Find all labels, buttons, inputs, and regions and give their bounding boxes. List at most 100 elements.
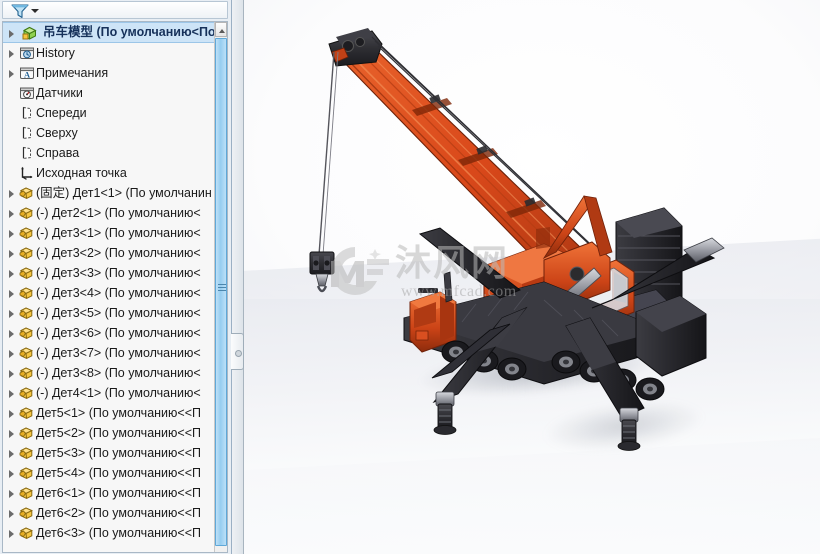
graphics-viewport[interactable]: 沐风网 www.mfcad.com: [244, 0, 820, 554]
expand-arrow-icon[interactable]: [5, 63, 19, 83]
mobile-crane-3d-model[interactable]: [244, 0, 820, 554]
filter-toolbar: [2, 1, 228, 19]
expand-arrow-icon[interactable]: [5, 23, 19, 43]
splitter-handle[interactable]: [231, 333, 244, 370]
tree-item[interactable]: Дет5<2> (По умолчанию<<П: [3, 423, 215, 443]
part-icon: [19, 343, 36, 363]
expand-arrow-icon[interactable]: [5, 363, 19, 383]
tree-item[interactable]: Справа: [3, 143, 215, 163]
expand-arrow-icon[interactable]: [5, 183, 19, 203]
tree-item-label: Дет5<3> (По умолчанию<<П: [36, 446, 201, 460]
tree-item[interactable]: Сверху: [3, 123, 215, 143]
tree-item-label: Дет5<1> (По умолчанию<<П: [36, 406, 201, 420]
crane-rear-body: [635, 295, 707, 377]
origin-icon: [19, 163, 36, 183]
expand-arrow-icon[interactable]: [5, 203, 19, 223]
part-icon: [19, 383, 36, 403]
tree-item-label: Сверху: [36, 126, 78, 140]
scrollbar-thumb[interactable]: [215, 38, 227, 546]
tree-item-label: (-) Дет2<1> (По умолчанию<: [36, 206, 201, 220]
crane-hook-block: [309, 251, 335, 293]
tree-root-label: 吊车模型 (По умолчанию<По умо: [42, 25, 215, 39]
expand-arrow-icon[interactable]: [5, 383, 19, 403]
plane-icon: [19, 103, 36, 123]
expand-arrow-icon[interactable]: [5, 443, 19, 463]
expand-arrow-icon[interactable]: [5, 343, 19, 363]
feature-tree-container: 吊车模型 (По умолчанию<По умо History A Примеч…: [2, 21, 228, 553]
expand-arrow-icon[interactable]: [5, 43, 19, 63]
tree-scrollbar[interactable]: [214, 22, 227, 552]
sensors-icon: [19, 83, 36, 103]
tree-item-label: Дет6<3> (По умолчанию<<П: [36, 526, 201, 540]
scroll-up-arrow-icon[interactable]: [215, 22, 227, 37]
tree-item-label: Спереди: [36, 106, 87, 120]
tree-item[interactable]: Дет6<2> (По умолчанию<<П: [3, 503, 215, 523]
part-icon: [19, 203, 36, 223]
expand-arrow-icon[interactable]: [5, 223, 19, 243]
expand-arrow-icon[interactable]: [5, 483, 19, 503]
tree-item[interactable]: (-) Дет3<2> (По умолчанию<: [3, 243, 215, 263]
part-icon: [19, 263, 36, 283]
chevron-down-icon[interactable]: [31, 9, 39, 13]
tree-item[interactable]: Спереди: [3, 103, 215, 123]
tree-item[interactable]: Дет6<1> (По умолчанию<<П: [3, 483, 215, 503]
tree-item[interactable]: (-) Дет3<5> (По умолчанию<: [3, 303, 215, 323]
feature-tree[interactable]: 吊车模型 (По умолчанию<По умо History A Примеч…: [3, 22, 215, 552]
tree-item-label: (-) Дет3<5> (По умолчанию<: [36, 306, 201, 320]
tree-root-item[interactable]: 吊车模型 (По умолчанию<По умо: [3, 22, 215, 43]
tree-item[interactable]: Дет6<3> (По умолчанию<<П: [3, 523, 215, 543]
part-icon: [19, 243, 36, 263]
tree-item[interactable]: (-) Дет3<6> (По умолчанию<: [3, 323, 215, 343]
expand-arrow-icon[interactable]: [5, 323, 19, 343]
tree-item[interactable]: (-) Дет3<1> (По умолчанию<: [3, 223, 215, 243]
tree-item[interactable]: History: [3, 43, 215, 63]
tree-item[interactable]: (-) Дет3<7> (По умолчанию<: [3, 343, 215, 363]
expand-arrow-icon[interactable]: [5, 523, 19, 543]
tree-item[interactable]: (-) Дет3<8> (По умолчанию<: [3, 363, 215, 383]
expand-arrow-icon[interactable]: [5, 283, 19, 303]
tree-item[interactable]: (-) Дет4<1> (По умолчанию<: [3, 383, 215, 403]
part-icon: [19, 183, 36, 203]
tree-item[interactable]: Дет5<3> (По умолчанию<<П: [3, 443, 215, 463]
expand-arrow-icon[interactable]: [5, 243, 19, 263]
expand-arrow-icon[interactable]: [5, 303, 19, 323]
part-icon: [19, 483, 36, 503]
tree-item-label: Дет5<2> (По умолчанию<<П: [36, 426, 201, 440]
svg-text:A: A: [24, 70, 30, 79]
assembly-icon: [22, 23, 39, 43]
tree-item-label: History: [36, 46, 75, 60]
expand-arrow-icon[interactable]: [5, 403, 19, 423]
filter-funnel-icon[interactable]: [9, 3, 31, 19]
tree-item[interactable]: A Примечания: [3, 63, 215, 83]
part-icon: [19, 523, 36, 543]
tree-item-label: (-) Дет3<7> (По умолчанию<: [36, 346, 201, 360]
plane-icon: [19, 143, 36, 163]
part-icon: [19, 423, 36, 443]
tree-item[interactable]: (-) Дет3<3> (По умолчанию<: [3, 263, 215, 283]
part-icon: [19, 403, 36, 423]
tree-item-label: Справа: [36, 146, 80, 160]
tree-item-label: (-) Дет3<3> (По умолчанию<: [36, 266, 201, 280]
expand-arrow-icon[interactable]: [5, 263, 19, 283]
part-icon: [19, 463, 36, 483]
tree-item[interactable]: (-) Дет2<1> (По умолчанию<: [3, 203, 215, 223]
tree-item[interactable]: Датчики: [3, 83, 215, 103]
part-icon: [19, 503, 36, 523]
scrollbar-grip-icon: [218, 284, 226, 292]
expand-arrow-icon[interactable]: [5, 503, 19, 523]
panel-splitter[interactable]: [232, 0, 244, 554]
tree-item[interactable]: Исходная точка: [3, 163, 215, 183]
tree-item-list: History A Примечания Датчики Спереди Сверху Сп…: [3, 43, 215, 543]
tree-item[interactable]: (-) Дет3<4> (По умолчанию<: [3, 283, 215, 303]
tree-item[interactable]: Дет5<4> (По умолчанию<<П: [3, 463, 215, 483]
tree-item-label: (-) Дет3<6> (По умолчанию<: [36, 326, 201, 340]
tree-item[interactable]: (固定) Дет1<1> (По умолчанин: [3, 183, 215, 203]
tree-item[interactable]: Дет5<1> (По умолчанию<<П: [3, 403, 215, 423]
expand-arrow-icon[interactable]: [5, 463, 19, 483]
expand-arrow-icon[interactable]: [5, 423, 19, 443]
